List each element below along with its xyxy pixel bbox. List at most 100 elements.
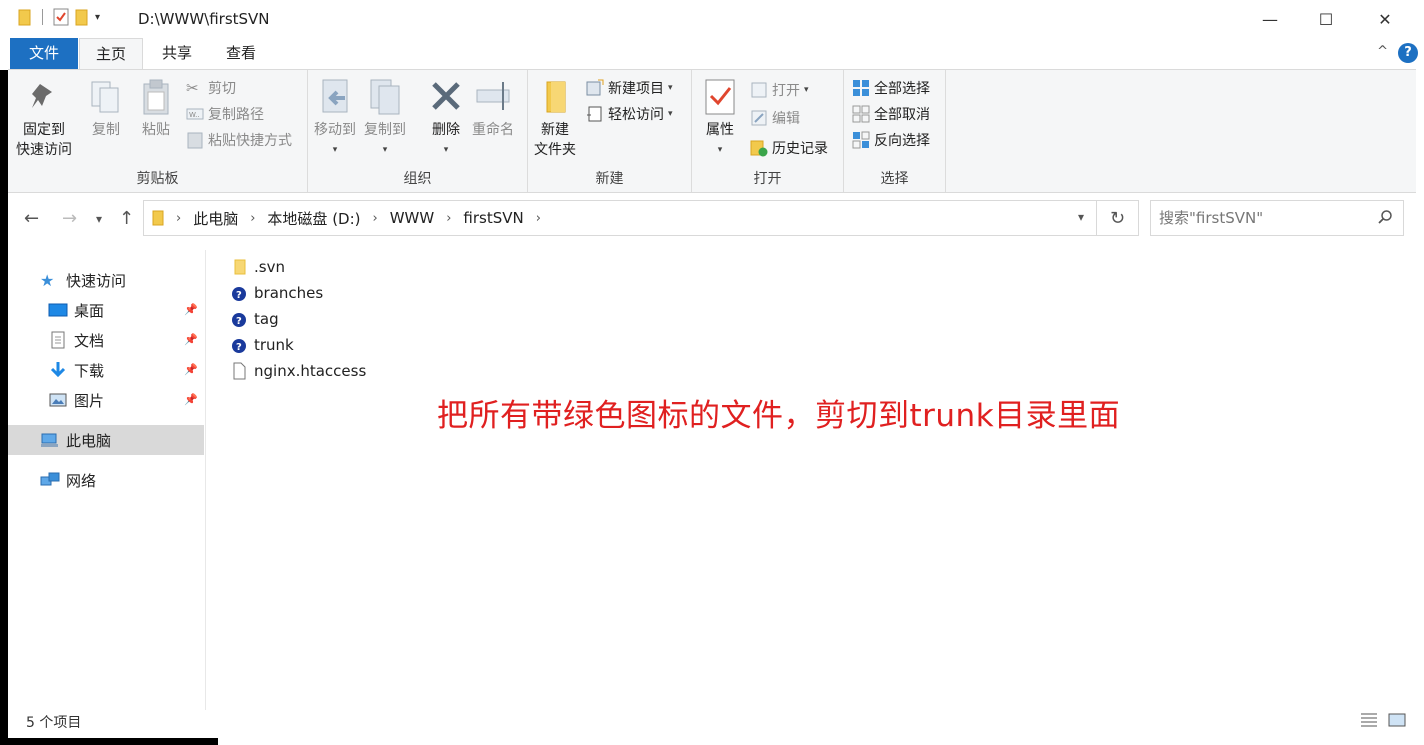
copy-to-button[interactable]: 复制到 ▾ [364, 78, 406, 160]
history-button[interactable]: 历史记录 [750, 136, 828, 160]
easy-access-icon [587, 106, 602, 122]
address-bar[interactable]: › 此电脑 › 本地磁盘 (D:) › WWW › firstSVN › ▾ ↻ [143, 200, 1139, 236]
breadcrumb-chevron-icon[interactable]: › [373, 211, 378, 226]
select-all-button[interactable]: 全部选择 [852, 76, 930, 100]
paste-button[interactable]: 粘贴 [138, 78, 174, 140]
collapse-ribbon-icon[interactable]: ^ [1377, 44, 1388, 59]
list-item[interactable]: nginx.htaccess [230, 358, 630, 384]
cut-button[interactable]: ✂ 剪切 [186, 76, 236, 100]
nav-desktop[interactable]: 桌面 📌 [8, 295, 204, 325]
forward-arrow-icon[interactable]: → [62, 208, 77, 229]
edit-button[interactable]: 编辑 [750, 106, 800, 130]
new-item-button[interactable]: 新建项目 ▾ [586, 76, 673, 100]
breadcrumb-chevron-icon[interactable]: › [536, 211, 541, 226]
breadcrumb-firstsvn[interactable]: firstSVN [463, 209, 523, 227]
new-item-dropdown-icon: ▾ [668, 83, 673, 93]
properties-icon[interactable] [53, 8, 69, 26]
open-dropdown-icon: ▾ [804, 85, 809, 95]
rename-icon [476, 82, 510, 110]
search-box[interactable] [1150, 200, 1404, 236]
open-button[interactable]: 打开 ▾ [750, 78, 809, 102]
breadcrumb-chevron-icon[interactable]: › [446, 211, 451, 226]
up-arrow-icon[interactable]: ↑ [119, 208, 134, 229]
help-icon[interactable]: ? [1398, 43, 1418, 63]
file-name: .svn [254, 258, 285, 276]
large-icons-view-icon[interactable] [1388, 712, 1406, 728]
breadcrumb-this-pc[interactable]: 此电脑 [193, 208, 238, 229]
recent-locations-chevron-icon[interactable]: ▾ [96, 212, 102, 226]
move-to-button[interactable]: 移动到 ▾ [314, 78, 356, 160]
select-none-button[interactable]: 全部取消 [852, 102, 930, 126]
pin-icon[interactable]: 📌 [184, 363, 198, 376]
nav-downloads[interactable]: 下载 📌 [8, 355, 204, 385]
nav-desktop-label: 桌面 [74, 301, 105, 320]
paste-shortcut-icon [187, 132, 203, 149]
network-icon [40, 472, 60, 486]
new-folder-button[interactable]: 新建 文件夹 [534, 78, 576, 160]
back-arrow-icon[interactable]: ← [24, 208, 39, 229]
window-title: D:\WWW\firstSVN [138, 10, 270, 28]
nav-documents[interactable]: 文档 📌 [8, 325, 204, 355]
desktop-icon [48, 303, 68, 317]
group-select: 全部选择 全部取消 反向选择 选择 [844, 70, 946, 192]
paste-shortcut-button[interactable]: 粘贴快捷方式 [186, 128, 292, 152]
nav-pictures[interactable]: 图片 📌 [8, 385, 204, 415]
list-item[interactable]: ? branches [230, 280, 630, 306]
pin-icon[interactable]: 📌 [184, 393, 198, 406]
breadcrumb-chevron-icon[interactable]: › [250, 211, 255, 226]
refresh-icon[interactable]: ↻ [1096, 201, 1138, 235]
ribbon-tabs: 文件 主页 共享 查看 ^ ? [0, 38, 1424, 70]
view-switcher [1360, 712, 1406, 728]
tab-home[interactable]: 主页 [79, 38, 143, 70]
details-view-icon[interactable] [1360, 712, 1378, 728]
folder-icon[interactable] [18, 8, 32, 26]
documents-icon [51, 331, 65, 349]
pin-quick-access-button[interactable]: 固定到 快速访问 [16, 78, 72, 160]
title-bar: ▾ D:\WWW\firstSVN — ☐ ✕ [0, 0, 1424, 38]
new-folder-icon[interactable] [75, 8, 89, 26]
svg-text:?: ? [236, 290, 242, 301]
breadcrumb-www[interactable]: WWW [390, 209, 435, 227]
status-item-count: 5 个项目 [26, 715, 82, 731]
open-label: 打开 [772, 83, 800, 99]
search-icon[interactable] [1377, 209, 1393, 225]
properties-button[interactable]: 属性 ▾ [702, 78, 738, 160]
invert-selection-label: 反向选择 [874, 133, 930, 149]
delete-label: 删除 [432, 122, 460, 138]
customize-qat-icon[interactable]: ▾ [95, 12, 100, 23]
delete-x-icon [432, 82, 460, 110]
left-edge-artifact [0, 64, 8, 745]
star-icon: ★ [40, 271, 55, 290]
breadcrumb-chevron-icon[interactable]: › [176, 211, 181, 226]
copy-path-label: 复制路径 [208, 107, 264, 123]
minimize-button[interactable]: — [1241, 0, 1299, 38]
maximize-button[interactable]: ☐ [1297, 0, 1355, 38]
easy-access-button[interactable]: 轻松访问 ▾ [586, 102, 673, 126]
pin-icon[interactable]: 📌 [184, 333, 198, 346]
copy-path-button[interactable]: W.. 复制路径 [186, 102, 264, 126]
breadcrumb-drive-d[interactable]: 本地磁盘 (D:) [267, 208, 360, 229]
group-label-open: 打开 [753, 171, 782, 187]
list-item[interactable]: ? trunk [230, 332, 630, 358]
tab-share[interactable]: 共享 [145, 38, 209, 69]
list-item[interactable]: ? tag [230, 306, 630, 332]
nav-quick-access[interactable]: ★ 快速访问 [8, 265, 204, 295]
tab-view[interactable]: 查看 [209, 38, 273, 69]
nav-this-pc[interactable]: 此电脑 [8, 425, 204, 455]
nav-network[interactable]: 网络 [8, 465, 204, 495]
address-dropdown-icon[interactable]: ▾ [1078, 210, 1084, 224]
list-item[interactable]: .svn [230, 254, 630, 280]
group-label-clipboard: 剪贴板 [136, 171, 179, 187]
delete-button[interactable]: 删除 ▾ [428, 78, 464, 160]
copy-button[interactable]: 复制 [88, 78, 124, 140]
close-button[interactable]: ✕ [1356, 0, 1414, 38]
tab-file[interactable]: 文件 [10, 38, 78, 69]
file-name: branches [254, 284, 324, 302]
navigation-pane: ★ 快速访问 桌面 📌 文档 📌 下载 📌 图片 📌 此电脑 网络 [8, 250, 206, 710]
bottom-edge-artifact [0, 738, 218, 745]
rename-button[interactable]: 重命名 [472, 78, 514, 140]
pin-icon[interactable]: 📌 [184, 303, 198, 316]
invert-selection-button[interactable]: 反向选择 [852, 128, 930, 152]
search-input[interactable] [1159, 208, 1369, 228]
history-icon [750, 140, 768, 157]
